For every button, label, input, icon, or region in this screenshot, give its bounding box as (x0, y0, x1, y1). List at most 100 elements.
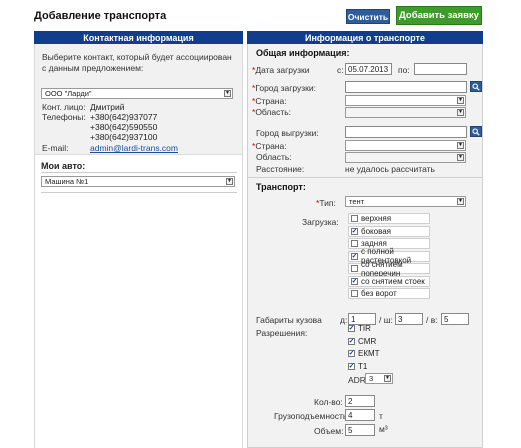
date-to-label: по: (398, 65, 410, 75)
checkbox[interactable] (351, 215, 358, 222)
volume-unit: м³ (379, 424, 388, 434)
chevron-down-icon: ▼ (457, 109, 464, 116)
person-value: Дмитрий (90, 102, 125, 112)
auto-select-value: Машина №1 (45, 177, 89, 186)
company-select[interactable]: ООО "Ларди" ▼ (41, 88, 233, 99)
contact-box: Выберите контакт, который будет ассоциир… (35, 44, 242, 155)
region2-label: Область: (256, 152, 292, 162)
loading-option-label: со снятием стоек (361, 276, 425, 286)
adr-label: ADR (348, 375, 366, 385)
load-date-label: *Дата загрузки (252, 65, 310, 75)
phones-label: Телефоны: (42, 112, 86, 122)
country-select[interactable]: ▼ (345, 95, 466, 106)
page-title: Добавление транспорта (34, 10, 167, 22)
checkbox[interactable] (348, 337, 355, 345)
permits-label: Разрешения: (256, 328, 308, 338)
unload-city-input[interactable] (345, 126, 467, 138)
phone-2: +380(642)590550 (90, 122, 158, 132)
phone-1: +380(642)937077 (90, 112, 158, 122)
load-city-label: *Город загрузки: (252, 83, 316, 93)
distance-label: Расстояние: (256, 164, 305, 174)
person-label: Конт. лицо: (42, 102, 86, 112)
general-info-title: Общая информация: (256, 48, 350, 58)
chevron-down-icon: ▼ (457, 142, 464, 149)
add-request-button[interactable]: Добавить заявку (396, 6, 482, 25)
search-icon (472, 127, 480, 136)
dim-height-label: / в: (426, 315, 438, 325)
capacity-unit: т (379, 411, 383, 421)
transport-header: Информация о транспорте (247, 31, 483, 44)
volume-input[interactable]: 5 (345, 424, 375, 436)
dim-height-input[interactable]: 5 (441, 313, 469, 325)
country2-select[interactable]: ▼ (345, 140, 466, 151)
region-label: *Область: (252, 107, 292, 117)
distance-value: не удалось рассчитать (345, 164, 435, 174)
phone-3: +380(642)937100 (90, 132, 158, 142)
checkbox[interactable] (351, 290, 358, 297)
capacity-input[interactable]: 4 (345, 409, 375, 421)
volume-label: Объем: (314, 426, 344, 436)
loading-options-list: верхняябоковаязадняяс полной растентовко… (348, 213, 432, 301)
checkbox[interactable] (351, 227, 358, 235)
permit-option[interactable]: TIR (348, 324, 371, 333)
loading-option-label: верхняя (361, 214, 392, 223)
contact-panel: Выберите контакт, который будет ассоциир… (34, 44, 243, 448)
permit-option[interactable]: T1 (348, 362, 367, 371)
type-label: *Тип: (316, 198, 336, 208)
checkbox[interactable] (351, 252, 358, 260)
permit-label: TIR (358, 324, 371, 333)
permit-option[interactable]: ЕКМТ (348, 349, 380, 358)
loading-option[interactable]: боковая (348, 225, 430, 237)
chevron-down-icon: ▼ (384, 375, 391, 382)
clear-button[interactable]: Очистить (346, 9, 390, 24)
email-link[interactable]: admin@lardi-trans.com (90, 143, 178, 153)
my-autos-title: Мои авто: (41, 161, 86, 171)
count-label: Кол-во: (314, 397, 343, 407)
checkbox[interactable] (348, 362, 355, 370)
transport-title: Транспорт: (256, 182, 306, 192)
country-label: *Страна: (252, 96, 287, 106)
email-label: E-mail: (42, 143, 69, 153)
checkbox[interactable] (351, 240, 358, 247)
adr-select[interactable]: 3 ▼ (365, 373, 393, 384)
date-from-label: с: (337, 65, 344, 75)
dims-label: Габариты кузова (256, 315, 322, 325)
checkbox[interactable] (351, 265, 358, 272)
search-button[interactable] (470, 81, 482, 92)
loading-label: Загрузка: (302, 217, 339, 227)
checkbox[interactable] (348, 325, 355, 332)
loading-option[interactable]: со снятием поперечин (348, 260, 430, 278)
transport-panel: Общая информация: *Дата загрузки с: 05.0… (247, 44, 483, 448)
loading-option[interactable]: со снятием стоек (348, 275, 430, 287)
region2-select[interactable]: ▼ (345, 152, 466, 163)
chevron-down-icon: ▼ (224, 90, 231, 97)
capacity-label: Грузоподъемность: (274, 411, 350, 421)
permit-option[interactable]: CMR (348, 337, 376, 346)
load-city-input[interactable] (345, 81, 467, 93)
checkbox[interactable] (348, 350, 355, 357)
section-divider (248, 177, 482, 178)
type-select[interactable]: тент ▼ (345, 196, 466, 207)
permits-list: TIR CMR ЕКМТ T1 (348, 324, 408, 374)
chevron-down-icon: ▼ (226, 178, 233, 185)
checkbox[interactable] (351, 277, 358, 285)
chevron-down-icon: ▼ (457, 154, 464, 161)
count-input[interactable]: 2 (345, 395, 375, 407)
loading-option[interactable]: верхняя (348, 213, 430, 224)
date-to-input[interactable] (414, 63, 467, 75)
loading-option-label: без ворот (361, 289, 397, 298)
country2-label: *Страна: (252, 141, 287, 151)
divider (41, 192, 237, 193)
region-select[interactable]: ▼ (345, 107, 466, 118)
contact-header: Контактная информация (34, 31, 243, 44)
search-button[interactable] (470, 126, 482, 137)
company-select-value: ООО "Ларди" (45, 89, 92, 98)
search-icon (472, 82, 480, 91)
auto-select[interactable]: Машина №1 ▼ (41, 176, 235, 187)
loading-option[interactable]: без ворот (348, 288, 430, 299)
contact-hint: Выберите контакт, который будет ассоциир… (42, 52, 232, 73)
chevron-down-icon: ▼ (457, 198, 464, 205)
divider (41, 172, 237, 173)
date-from-input[interactable]: 05.07.2013 (345, 63, 392, 75)
dim-length-label: д: (340, 315, 348, 325)
